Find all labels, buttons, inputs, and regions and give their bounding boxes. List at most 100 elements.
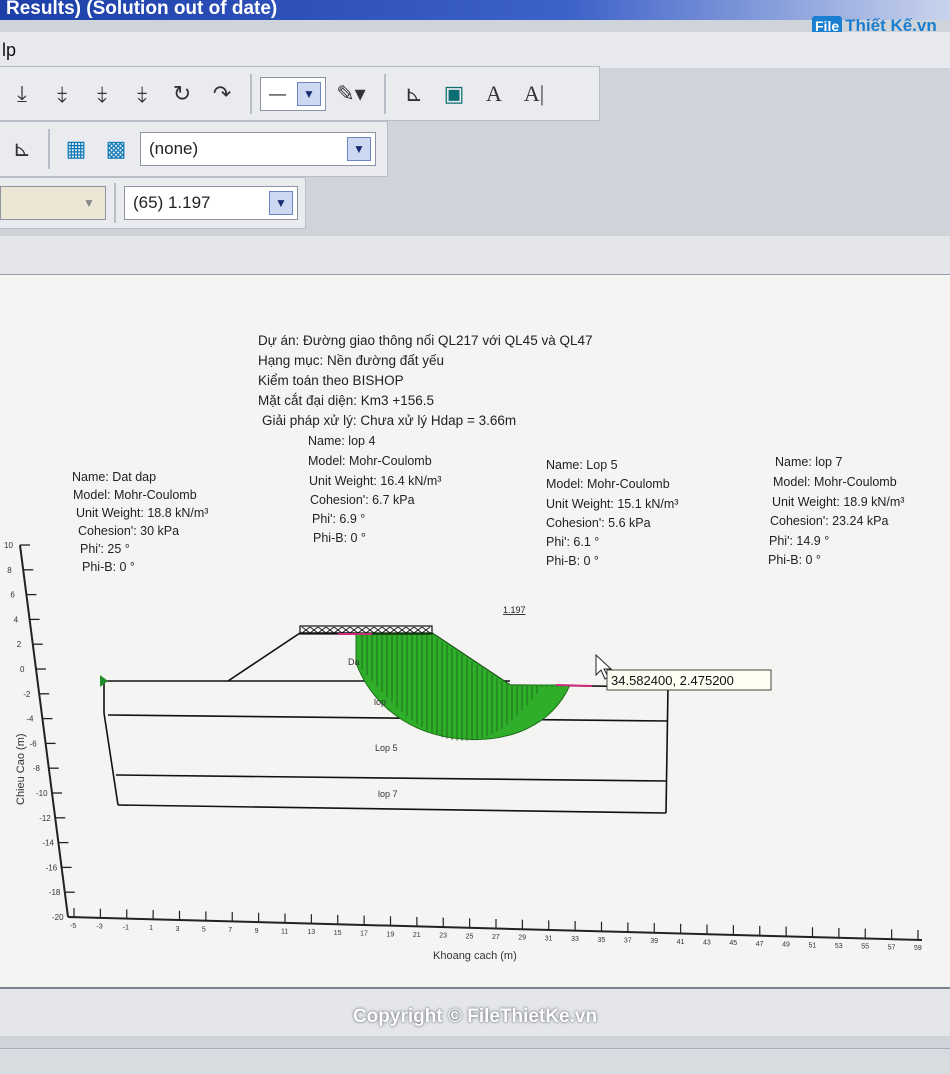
- svg-text:Name: lop 4: Name: lop 4: [308, 434, 375, 448]
- draw-slip-center-icon[interactable]: ⤈: [82, 73, 122, 115]
- redo-icon[interactable]: ↷: [202, 73, 242, 115]
- y-tick-label: 2: [17, 640, 22, 649]
- x-tick-label: 15: [334, 930, 342, 937]
- section-right-boundary: [665, 686, 669, 814]
- y-axis-line: [19, 544, 69, 918]
- axis-icon[interactable]: ⊾: [394, 73, 434, 115]
- y-tick-label: -2: [23, 690, 31, 699]
- x-tick-label: 25: [466, 933, 474, 940]
- section-bottom-boundary: [117, 804, 667, 814]
- svg-text:Model: Mohr-Coulomb: Model: Mohr-Coulomb: [546, 477, 670, 491]
- copyright-watermark: Copyright © FileThietKe.vn: [352, 1006, 598, 1027]
- x-tick-label: -3: [96, 924, 102, 931]
- y-tick-label: 0: [20, 665, 25, 674]
- chevron-down-icon[interactable]: ▼: [347, 137, 371, 161]
- x-tick-label: 27: [492, 934, 500, 941]
- section-left-boundary-lower: [103, 712, 119, 806]
- view-combo[interactable]: (none) ▼: [140, 132, 376, 166]
- color-map-icon[interactable]: ▩: [96, 128, 136, 170]
- header-line-1: Dự án: Đường giao thông nối QL217 với QL…: [258, 333, 592, 348]
- svg-text:Phi-B: 0 °: Phi-B: 0 °: [768, 553, 821, 567]
- header-line-4: Mặt cắt đại diện: Km3 +156.5: [258, 393, 434, 408]
- layer-label-lop7: lop 7: [378, 789, 398, 799]
- svg-text:Model: Mohr-Coulomb: Model: Mohr-Coulomb: [73, 488, 197, 502]
- material-lop-5: Name: Lop 5 Model: Mohr-Coulomb Unit Wei…: [546, 458, 678, 568]
- svg-text:Cohesion': 5.6 kPa: Cohesion': 5.6 kPa: [546, 516, 651, 530]
- menu-item-help[interactable]: lp: [2, 40, 16, 60]
- y-tick-label: -6: [30, 739, 38, 748]
- material-lop-4: Name: lop 4 Model: Mohr-Coulomb Unit Wei…: [308, 434, 441, 545]
- header-line-3: Kiểm toán theo BISHOP: [258, 373, 404, 388]
- y-axis-label: Chieu Cao (m): [15, 733, 27, 805]
- cross-section-drawing: Dự án: Đường giao thông nối QL217 với QL…: [4, 333, 923, 962]
- y-tick-label: -8: [33, 764, 41, 773]
- x-tick-label: 43: [703, 940, 711, 947]
- x-tick-label: 21: [413, 932, 421, 939]
- slip-surface-combo[interactable]: (65) 1.197 ▼: [124, 186, 298, 220]
- svg-text:Cohesion': 6.7 kPa: Cohesion': 6.7 kPa: [310, 493, 415, 507]
- menu-bar: lp: [0, 32, 950, 68]
- y-tick-label: -12: [39, 814, 51, 823]
- x-tick-label: 7: [228, 927, 232, 934]
- draw-slip-right-icon[interactable]: ⤈: [122, 73, 162, 115]
- draw-slip-left-icon[interactable]: ⤈: [42, 73, 82, 115]
- svg-text:Phi-B: 0 °: Phi-B: 0 °: [546, 554, 599, 568]
- x-tick-label: 23: [439, 933, 447, 940]
- x-tick-label: 35: [598, 937, 606, 944]
- chevron-down-icon[interactable]: ▼: [269, 191, 293, 215]
- x-tick-label: 1: [149, 925, 153, 932]
- contour-icon[interactable]: ▦: [56, 128, 96, 170]
- y-tick-label: 4: [14, 615, 19, 624]
- y-tick-label: -16: [46, 863, 58, 872]
- x-tick-label: 13: [307, 929, 315, 936]
- draw-slip-icon[interactable]: ⤓: [2, 73, 42, 115]
- y-tick-label: -10: [36, 789, 48, 798]
- svg-text:Name: Lop 5: Name: Lop 5: [546, 458, 618, 472]
- svg-text:Unit Weight: 18.9 kN/m³: Unit Weight: 18.9 kN/m³: [772, 495, 904, 509]
- svg-text:Cohesion': 30 kPa: Cohesion': 30 kPa: [78, 524, 179, 538]
- layer-label-dat-dap: Da: [348, 657, 360, 667]
- toolbar-separator: [48, 129, 50, 169]
- rotate-icon[interactable]: ↻: [162, 73, 202, 115]
- draw-toolbar: ⤓ ⤈ ⤈ ⤈ ↻ ↷ — ▼ ✎▾ ⊾ ▣ A A|: [0, 66, 600, 121]
- svg-text:Model: Mohr-Coulomb: Model: Mohr-Coulomb: [773, 475, 897, 489]
- status-bar: [0, 1048, 950, 1074]
- x-tick-label: 11: [281, 929, 288, 936]
- chevron-down-icon[interactable]: ▼: [297, 81, 321, 106]
- exit-range-marker: [555, 684, 593, 687]
- x-tick-label: 45: [729, 940, 737, 947]
- toolbar-separator: [114, 183, 116, 223]
- layer-boundary-lop4-lop5: [107, 714, 669, 722]
- svg-text:Cohesion': 23.24 kPa: Cohesion': 23.24 kPa: [770, 514, 888, 528]
- svg-text:Phi': 6.1 °: Phi': 6.1 °: [546, 535, 599, 549]
- axis-edit-icon[interactable]: ⊾: [2, 128, 42, 170]
- x-tick-label: 51: [809, 942, 817, 949]
- x-tick-label: 33: [571, 936, 579, 943]
- text-icon[interactable]: A|: [514, 73, 554, 115]
- y-tick-label: -18: [49, 888, 61, 897]
- x-tick-label: 49: [782, 942, 790, 949]
- view-combo-value: (none): [149, 139, 199, 158]
- slip-surface-value: (65) 1.197: [133, 193, 211, 212]
- x-tick-label: 39: [650, 938, 658, 945]
- text-style-icon[interactable]: A: [474, 73, 514, 115]
- layer-label-lop5: Lop 5: [375, 743, 398, 753]
- x-tick-label: 55: [861, 944, 869, 951]
- y-tick-label: -14: [42, 839, 54, 848]
- y-tick-label: -20: [52, 913, 64, 922]
- svg-text:Unit Weight: 16.4 kN/m³: Unit Weight: 16.4 kN/m³: [309, 474, 441, 488]
- svg-text:Model: Mohr-Coulomb: Model: Mohr-Coulomb: [308, 454, 432, 468]
- graph-icon[interactable]: ▣: [434, 73, 474, 115]
- header-line-5: Giải pháp xử lý: Chưa xử lý Hdap = 3.66m: [262, 413, 516, 428]
- x-axis-label: Khoang cach (m): [433, 950, 517, 962]
- drawing-area[interactable]: Dự án: Đường giao thông nối QL217 với QL…: [0, 236, 950, 1036]
- pen-color-icon[interactable]: ✎▾: [326, 73, 376, 115]
- svg-text:Name: lop 7: Name: lop 7: [775, 455, 842, 469]
- layer-boundary-lop5-lop7: [115, 774, 667, 782]
- x-tick-label: 37: [624, 937, 632, 944]
- line-style-combo[interactable]: — ▼: [260, 76, 326, 111]
- y-tick-label: 8: [7, 566, 12, 575]
- y-tick-label: 6: [10, 591, 15, 600]
- toolbar-separator: [250, 73, 252, 114]
- material-dat-dap: Name: Dat dap Model: Mohr-Coulomb Unit W…: [72, 470, 208, 574]
